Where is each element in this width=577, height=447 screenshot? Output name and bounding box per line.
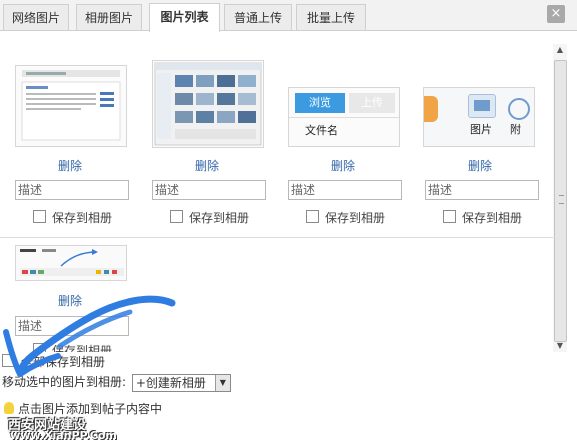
save-to-album-checkbox[interactable] <box>170 210 183 223</box>
picture-icon <box>468 94 496 118</box>
thumbnail-graphic <box>154 62 262 146</box>
delete-link[interactable]: 删除 <box>424 157 536 174</box>
vertical-scrollbar[interactable]: ▲ ▼ <box>553 44 567 352</box>
description-input[interactable]: 描述 <box>152 180 266 200</box>
scroll-up-arrow-icon[interactable]: ▲ <box>553 44 567 56</box>
tab-bar-divider <box>0 30 577 31</box>
save-all-option[interactable]: 全部保存到相册 <box>2 354 105 370</box>
tab-album-images[interactable]: 相册图片 <box>76 4 142 31</box>
thumb-attachment-icon <box>508 98 530 120</box>
thumb-filename-label: 文件名 <box>305 124 338 137</box>
tab-normal-upload[interactable]: 普通上传 <box>224 4 292 31</box>
tab-batch-upload[interactable]: 批量上传 <box>296 4 366 31</box>
save-to-album-checkbox[interactable] <box>33 210 46 223</box>
thumb-upload-button: 上传 <box>349 93 395 113</box>
save-to-album-option[interactable]: 保存到相册 <box>306 210 385 226</box>
lightbulb-icon <box>4 402 14 414</box>
description-input[interactable]: 描述 <box>425 180 539 200</box>
delete-link[interactable]: 删除 <box>287 157 399 174</box>
save-to-album-label: 保存到相册 <box>325 211 386 225</box>
save-to-album-label: 保存到相册 <box>52 344 113 352</box>
image-list: 删除 描述 保存到相册 删除 描述 保存到相册 浏览 上传 文件名 删除 描述 … <box>0 37 553 352</box>
move-to-album-row: 移动选中的图片到相册: +创建新相册 ▼ <box>2 373 231 392</box>
thumb-picture-label: 图片 <box>470 123 492 136</box>
image-thumbnail[interactable] <box>152 60 264 148</box>
save-to-album-option[interactable]: 保存到相册 <box>170 210 249 226</box>
image-thumbnail[interactable]: 图片 附 <box>423 87 535 147</box>
save-to-album-option[interactable]: 保存到相册 <box>33 343 112 352</box>
save-all-checkbox[interactable] <box>2 354 15 367</box>
save-to-album-checkbox[interactable] <box>443 210 456 223</box>
image-thumbnail[interactable] <box>15 65 127 147</box>
save-to-album-label: 保存到相册 <box>462 211 523 225</box>
tab-image-list[interactable]: 图片列表 <box>149 3 220 32</box>
row-divider <box>0 237 553 238</box>
move-to-album-label: 移动选中的图片到相册: <box>2 375 127 389</box>
save-to-album-checkbox[interactable] <box>33 343 46 352</box>
thumbnail-graphic <box>21 70 121 141</box>
chevron-down-icon: ▼ <box>214 374 230 391</box>
save-to-album-checkbox[interactable] <box>306 210 319 223</box>
thumb-browse-button: 浏览 <box>295 93 345 113</box>
album-select[interactable]: +创建新相册 ▼ <box>131 373 231 392</box>
save-to-album-option[interactable]: 保存到相册 <box>443 210 522 226</box>
tab-web-images[interactable]: 网络图片 <box>3 4 69 31</box>
delete-link[interactable]: 删除 <box>14 157 126 174</box>
save-to-album-label: 保存到相册 <box>189 211 250 225</box>
close-icon[interactable]: × <box>547 5 565 23</box>
tab-bar: 网络图片 相册图片 图片列表 普通上传 批量上传 × <box>0 0 577 32</box>
watermark-url: www.XianPP.Com <box>10 429 117 442</box>
description-input[interactable]: 描述 <box>15 180 129 200</box>
save-to-album-option[interactable]: 保存到相册 <box>33 210 112 226</box>
scrollbar-thumb[interactable] <box>554 60 567 342</box>
save-to-album-label: 保存到相册 <box>52 211 113 225</box>
image-thumbnail[interactable] <box>15 245 127 281</box>
thumb-attachment-label: 附 <box>510 123 521 136</box>
thumbnail-graphic <box>16 246 126 280</box>
delete-link[interactable]: 删除 <box>151 157 263 174</box>
album-select-value: +创建新相册 <box>135 375 206 390</box>
image-thumbnail[interactable]: 浏览 上传 文件名 <box>288 87 400 147</box>
thumb-divider <box>289 117 399 118</box>
grip-icon <box>559 195 564 204</box>
description-input[interactable]: 描述 <box>288 180 402 200</box>
thumb-icon-fragment <box>424 96 438 122</box>
delete-link[interactable]: 删除 <box>14 292 126 309</box>
description-input[interactable]: 描述 <box>15 316 129 336</box>
scroll-down-arrow-icon[interactable]: ▼ <box>553 340 567 352</box>
save-all-label: 全部保存到相册 <box>21 355 106 369</box>
